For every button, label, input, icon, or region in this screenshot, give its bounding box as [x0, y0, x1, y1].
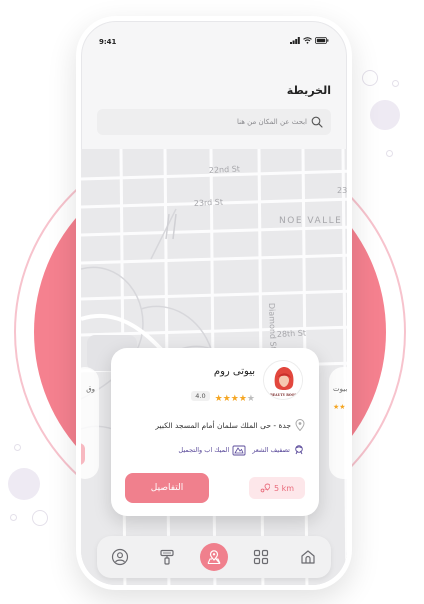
hair-styling-icon: [295, 445, 303, 455]
salon-card[interactable]: BEAUTY ROOM بيوتى روم 4.0 ★★★★★ جدة - حى…: [111, 348, 319, 516]
address-text: جدة - حى الملك سلمان أمام المسجد الكبير: [155, 420, 291, 430]
brush-icon: [160, 549, 174, 565]
status-time: 9:41: [99, 38, 117, 46]
search-bar[interactable]: ابحث عن المكان من هنا: [97, 109, 331, 135]
street-label: 28th St: [277, 328, 307, 339]
decor-bubble: [386, 150, 393, 157]
stars: ★★★★★: [215, 386, 255, 405]
decor-bubble: [370, 100, 400, 130]
nav-profile[interactable]: [106, 543, 134, 571]
decor-bubble: [32, 510, 48, 526]
signal-icon: [290, 37, 300, 44]
bottom-nav: [97, 536, 331, 578]
star-filled-icon: ★: [230, 394, 239, 404]
star-filled-icon: ★: [214, 394, 223, 404]
side-card-name: وق: [86, 385, 95, 393]
service-list: تصفيف الشعر الميك اب والتجميل: [178, 444, 305, 456]
grid-icon: [253, 549, 268, 565]
route-icon: [260, 483, 270, 493]
street-label: 23rd St: [194, 197, 224, 208]
street-label: NOE VALLE: [279, 216, 342, 226]
search-icon: [311, 116, 323, 128]
service-makeup: الميك اب والتجميل: [178, 444, 246, 456]
salon-logo-image: BEAUTY ROOM: [264, 361, 302, 399]
location-pin-icon: [295, 419, 305, 431]
salon-address: جدة - حى الملك سلمان أمام المسجد الكبير: [155, 419, 305, 431]
service-label: الميك اب والتجميل: [178, 446, 230, 454]
star-rating: ★★: [333, 403, 346, 411]
user-icon: [112, 548, 129, 566]
wifi-icon: [303, 37, 312, 44]
salon-logo: BEAUTY ROOM: [263, 360, 303, 400]
side-card-name: بيوت: [333, 385, 348, 393]
star-rating: 4.0 ★★★★★: [191, 386, 255, 405]
star-filled-icon: ★: [222, 394, 231, 404]
nav-services[interactable]: [153, 543, 181, 571]
star-filled-icon: ★: [238, 394, 247, 404]
salon-logo-text: BEAUTY ROOM: [270, 393, 298, 397]
star-empty-icon: ★: [246, 394, 255, 404]
side-card-button[interactable]: [81, 443, 85, 465]
service-label: تصفيف الشعر: [252, 446, 290, 454]
decor-bubble: [14, 444, 21, 451]
street-label: 23: [337, 186, 347, 195]
street-label: 22nd St: [209, 164, 241, 175]
search-input[interactable]: ابحث عن المكان من هنا: [237, 118, 307, 126]
rating-value: 4.0: [191, 390, 210, 401]
status-bar: 9:41: [81, 21, 347, 61]
phone-frame: 9:41 الخريطة ابحث عن المكان من هنا 22nd …: [76, 16, 352, 590]
decor-bubble: [362, 70, 378, 86]
nav-categories[interactable]: [247, 543, 275, 571]
makeup-icon: [232, 445, 246, 456]
decor-bubble: [10, 514, 17, 521]
side-card-left[interactable]: وق: [81, 367, 99, 479]
service-hair: تصفيف الشعر: [252, 444, 305, 456]
decor-bubble: [392, 80, 399, 87]
street-label: Diamond St: [267, 303, 278, 350]
details-button[interactable]: التفاصيل: [125, 473, 209, 503]
side-card-right[interactable]: بيوت ★★: [329, 367, 348, 479]
home-icon: [300, 550, 315, 564]
decor-bubble: [8, 468, 40, 500]
nav-home[interactable]: [294, 543, 322, 571]
distance-badge: 5 km: [249, 477, 305, 499]
nav-map[interactable]: [199, 543, 228, 571]
distance-value: 5 km: [273, 483, 295, 493]
page-title: الخريطة: [286, 84, 331, 97]
battery-icon: [315, 37, 329, 44]
app-showcase: 9:41 الخريطة ابحث عن المكان من هنا 22nd …: [0, 0, 424, 604]
map-pin-icon: [207, 550, 221, 565]
salon-name: بيوتى روم: [213, 366, 255, 377]
